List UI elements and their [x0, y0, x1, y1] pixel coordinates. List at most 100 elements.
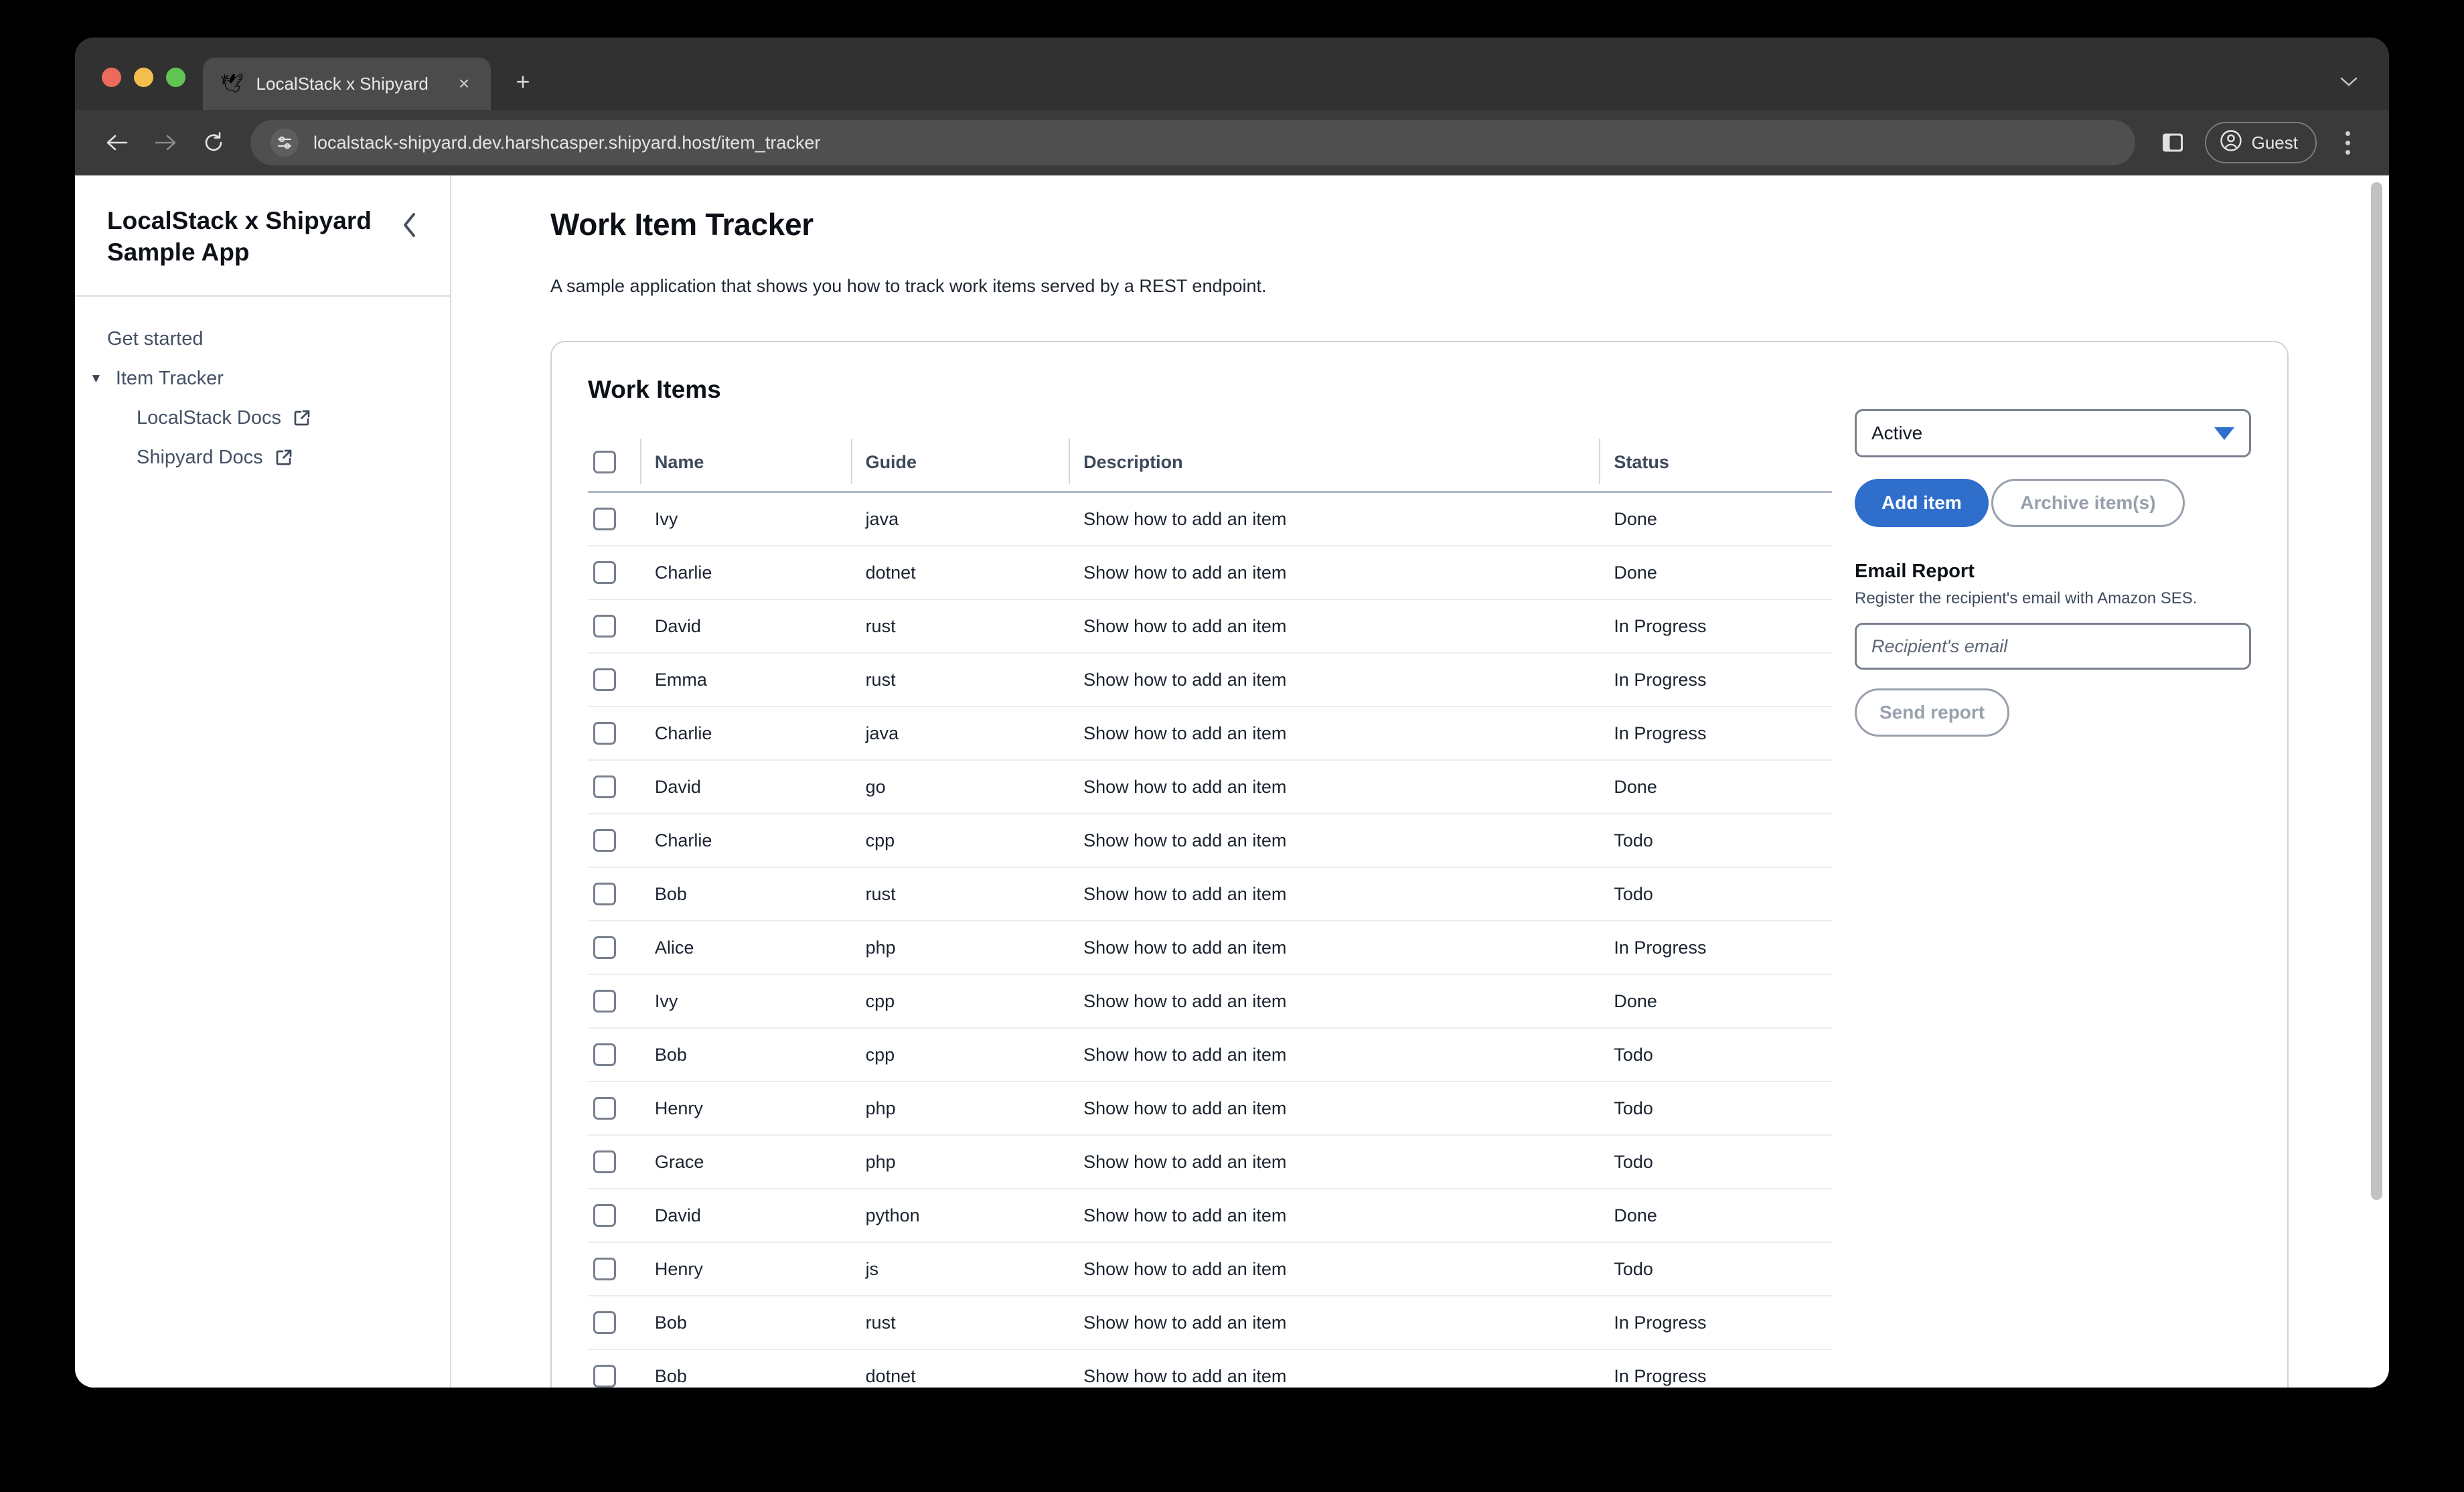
column-header-status[interactable]: Status [1614, 436, 1832, 492]
profile-button[interactable]: Guest [2205, 122, 2317, 163]
column-header-description[interactable]: Description [1083, 436, 1614, 492]
site-settings-icon[interactable] [271, 129, 299, 157]
browser-tab[interactable]: 🕊 LocalStack x Shipyard × [203, 58, 491, 110]
cell-status: Done [1614, 760, 1832, 814]
table-row[interactable]: CharliejavaShow how to add an itemIn Pro… [588, 706, 1832, 760]
table-row[interactable]: DavidgoShow how to add an itemDone [588, 760, 1832, 814]
row-checkbox-cell [588, 599, 655, 653]
chevron-down-icon [2214, 427, 2234, 440]
row-checkbox[interactable] [593, 1258, 616, 1280]
row-checkbox[interactable] [593, 1365, 616, 1388]
sidebar-item-item-tracker[interactable]: ▼ Item Tracker [75, 359, 450, 398]
app-title: LocalStack x Shipyard Sample App [107, 205, 382, 269]
sidebar-item-localstack-docs[interactable]: LocalStack Docs [75, 398, 450, 438]
row-checkbox[interactable] [593, 722, 616, 745]
page-scrollbar[interactable] [2368, 178, 2385, 1385]
row-checkbox[interactable] [593, 883, 616, 905]
table-row[interactable]: BobcppShow how to add an itemTodo [588, 1028, 1832, 1081]
row-checkbox[interactable] [593, 936, 616, 959]
select-all-checkbox[interactable] [593, 451, 616, 473]
minimize-window-button[interactable] [134, 68, 153, 87]
table-row[interactable]: BobrustShow how to add an itemTodo [588, 867, 1832, 921]
chevron-down-icon[interactable] [2333, 66, 2365, 98]
row-checkbox[interactable] [593, 990, 616, 1013]
table-row[interactable]: HenryjsShow how to add an itemTodo [588, 1242, 1832, 1296]
browser-toolbar: localstack-shipyard.dev.harshcasper.ship… [75, 110, 2389, 175]
url-text: localstack-shipyard.dev.harshcasper.ship… [313, 133, 820, 153]
table-row[interactable]: DavidpythonShow how to add an itemDone [588, 1189, 1832, 1242]
sidebar-nav: Get started ▼ Item Tracker LocalStack Do… [75, 297, 450, 477]
table-row[interactable]: EmmarustShow how to add an itemIn Progre… [588, 653, 1832, 706]
row-checkbox[interactable] [593, 668, 616, 691]
chevron-left-icon[interactable] [392, 208, 427, 242]
row-checkbox[interactable] [593, 1204, 616, 1227]
sidebar-item-shipyard-docs[interactable]: Shipyard Docs [75, 438, 450, 477]
recipient-email-input[interactable] [1855, 623, 2251, 670]
address-bar[interactable]: localstack-shipyard.dev.harshcasper.ship… [250, 120, 2135, 165]
row-checkbox-cell [588, 921, 655, 974]
status-filter-select[interactable]: Active [1855, 409, 2251, 457]
send-report-button[interactable]: Send report [1855, 688, 2009, 737]
close-window-button[interactable] [102, 68, 121, 87]
column-header-name[interactable]: Name [655, 436, 866, 492]
table-row[interactable]: CharliedotnetShow how to add an itemDone [588, 546, 1832, 599]
cell-description: Show how to add an item [1083, 974, 1614, 1028]
caret-down-icon[interactable]: ▼ [90, 372, 102, 385]
table-row[interactable]: DavidrustShow how to add an itemIn Progr… [588, 599, 1832, 653]
main-content: Work Item Tracker A sample application t… [451, 175, 2389, 1388]
row-checkbox[interactable] [593, 1311, 616, 1334]
row-checkbox-cell [588, 974, 655, 1028]
table-row[interactable]: CharliecppShow how to add an itemTodo [588, 814, 1832, 867]
external-link-icon [275, 449, 293, 466]
kebab-menu-icon[interactable] [2329, 122, 2366, 163]
cell-guide: rust [866, 867, 1084, 921]
cell-description: Show how to add an item [1083, 492, 1614, 546]
cell-description: Show how to add an item [1083, 1296, 1614, 1349]
profile-label: Guest [2252, 133, 2298, 153]
row-checkbox[interactable] [593, 561, 616, 584]
cell-description: Show how to add an item [1083, 760, 1614, 814]
maximize-window-button[interactable] [166, 68, 185, 87]
row-checkbox[interactable] [593, 775, 616, 798]
cell-guide: dotnet [866, 546, 1084, 599]
card-controls: Active Add item Archive item(s) Email Re… [1855, 376, 2251, 1388]
back-arrow-icon[interactable] [95, 121, 139, 165]
new-tab-button[interactable]: + [502, 60, 544, 103]
row-checkbox[interactable] [593, 1097, 616, 1120]
reload-icon[interactable] [191, 121, 236, 165]
row-checkbox[interactable] [593, 508, 616, 530]
table-header: Name Guide Description Status [588, 436, 1832, 492]
cell-status: In Progress [1614, 653, 1832, 706]
archive-items-button[interactable]: Archive item(s) [1991, 479, 2184, 527]
sidebar: LocalStack x Shipyard Sample App Get sta… [75, 175, 451, 1388]
external-link-icon [293, 409, 311, 427]
cell-status: In Progress [1614, 706, 1832, 760]
table-row[interactable]: IvycppShow how to add an itemDone [588, 974, 1832, 1028]
row-checkbox[interactable] [593, 615, 616, 638]
sidebar-item-get-started[interactable]: Get started [75, 319, 450, 359]
close-icon[interactable]: × [451, 70, 477, 97]
table-row[interactable]: HenryphpShow how to add an itemTodo [588, 1081, 1832, 1135]
table-row[interactable]: BobdotnetShow how to add an itemIn Progr… [588, 1349, 1832, 1388]
cell-name: David [655, 1189, 866, 1242]
table-row[interactable]: GracephpShow how to add an itemTodo [588, 1135, 1832, 1189]
cell-name: Alice [655, 921, 866, 974]
page-title: Work Item Tracker [550, 206, 2289, 242]
add-item-button[interactable]: Add item [1855, 479, 1989, 527]
column-header-guide[interactable]: Guide [866, 436, 1084, 492]
cell-status: Todo [1614, 1081, 1832, 1135]
table-row[interactable]: IvyjavaShow how to add an itemDone [588, 492, 1832, 546]
table-row[interactable]: AlicephpShow how to add an itemIn Progre… [588, 921, 1832, 974]
row-checkbox[interactable] [593, 829, 616, 852]
table-row[interactable]: BobrustShow how to add an itemIn Progres… [588, 1296, 1832, 1349]
row-checkbox[interactable] [593, 1150, 616, 1173]
scrollbar-thumb[interactable] [2371, 182, 2382, 1200]
side-panel-icon[interactable] [2154, 124, 2191, 161]
row-checkbox-cell [588, 1081, 655, 1135]
cell-name: Henry [655, 1081, 866, 1135]
cell-status: Done [1614, 1189, 1832, 1242]
row-checkbox[interactable] [593, 1043, 616, 1066]
cell-description: Show how to add an item [1083, 1242, 1614, 1296]
forward-arrow-icon [143, 121, 187, 165]
row-checkbox-cell [588, 653, 655, 706]
